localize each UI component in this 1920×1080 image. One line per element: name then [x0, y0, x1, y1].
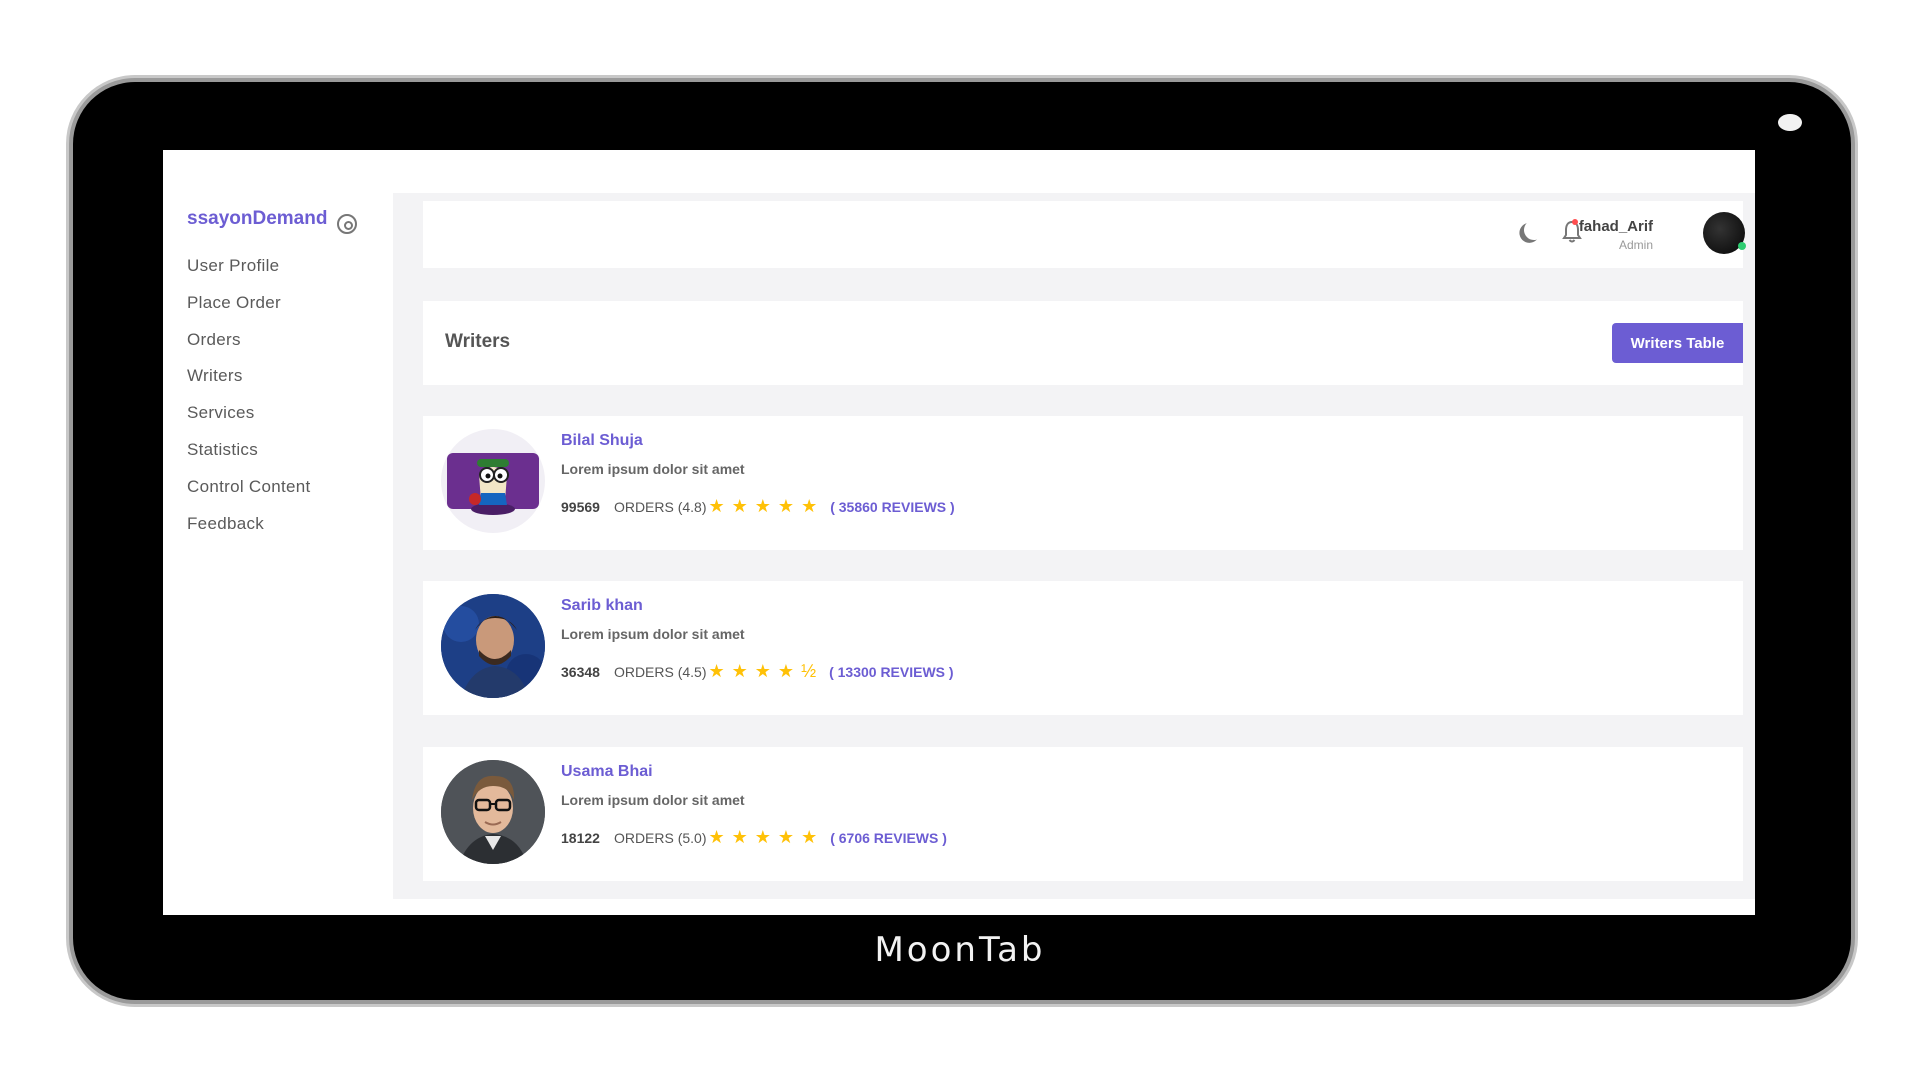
- main-content: fahad_Arif Admin Writers Writers Table B…: [393, 193, 1755, 899]
- page-title: Writers: [445, 331, 511, 352]
- writer-avatar[interactable]: [441, 429, 545, 533]
- star-rating-icon: ★★★★★: [708, 496, 825, 516]
- writers-header-card: Writers Writers Table: [423, 301, 1743, 385]
- camera-icon: [1778, 114, 1802, 131]
- writer-stats: 99569 ORDERS (4.8) ★★★★★ ( 35860 REVIEWS…: [561, 496, 955, 517]
- writer-description: Lorem ipsum dolor sit amet: [561, 792, 745, 808]
- writer-avatar[interactable]: [441, 760, 545, 864]
- notification-dot: [1572, 219, 1578, 225]
- orders-rating-label: ORDERS (4.5): [613, 663, 707, 680]
- sidebar-item-feedback[interactable]: Feedback: [187, 514, 264, 534]
- orders-rating-label: ORDERS (4.8): [613, 498, 707, 515]
- writer-avatar[interactable]: [441, 594, 545, 698]
- app-logo[interactable]: ssayonDemand: [187, 208, 327, 230]
- orders-count: 36348: [561, 663, 600, 680]
- reviews-link[interactable]: ( 13300 REVIEWS ): [829, 664, 954, 680]
- top-bar: fahad_Arif Admin: [423, 201, 1746, 268]
- sidebar-item-user-profile[interactable]: User Profile: [187, 256, 279, 276]
- sidebar-item-services[interactable]: Services: [187, 403, 255, 423]
- user-role: Admin: [1618, 238, 1653, 252]
- writer-name[interactable]: Bilal Shuja: [561, 432, 643, 450]
- star-rating-icon: ★★★★½: [708, 661, 824, 681]
- dark-mode-moon-icon[interactable]: [1522, 218, 1545, 241]
- writer-name[interactable]: Sarib khan: [561, 597, 643, 615]
- writer-stats: 18122 ORDERS (5.0) ★★★★★ ( 6706 REVIEWS …: [561, 827, 947, 848]
- sidebar-item-control-content[interactable]: Control Content: [187, 477, 311, 497]
- device-brand: MoonTab: [874, 930, 1046, 970]
- writer-card: Sarib khan Lorem ipsum dolor sit amet 36…: [423, 581, 1743, 715]
- writer-card: Bilal Shuja Lorem ipsum dolor sit amet 9…: [423, 416, 1743, 550]
- writer-stats: 36348 ORDERS (4.5) ★★★★½ ( 13300 REVIEWS…: [561, 661, 954, 682]
- app-screen: ssayonDemand User Profile Place Order Or…: [163, 150, 1755, 915]
- reviews-link[interactable]: ( 35860 REVIEWS ): [830, 499, 955, 515]
- writers-table-button[interactable]: Writers Table: [1612, 323, 1743, 363]
- user-name[interactable]: fahad_Arif: [1579, 218, 1653, 235]
- avatar[interactable]: [1703, 212, 1746, 254]
- writer-card: Usama Bhai Lorem ipsum dolor sit amet 18…: [423, 747, 1743, 881]
- writer-description: Lorem ipsum dolor sit amet: [561, 461, 745, 477]
- writer-name[interactable]: Usama Bhai: [561, 763, 653, 781]
- sidebar-item-statistics[interactable]: Statistics: [187, 440, 258, 460]
- orders-count: 18122: [561, 829, 600, 846]
- cartoon-avatar-image: [447, 453, 539, 515]
- photo-avatar-image: [441, 760, 545, 864]
- sidebar: ssayonDemand User Profile Place Order Or…: [163, 150, 393, 915]
- target-icon[interactable]: [337, 214, 357, 234]
- reviews-link[interactable]: ( 6706 REVIEWS ): [830, 830, 947, 846]
- orders-count: 99569: [561, 498, 600, 515]
- writer-description: Lorem ipsum dolor sit amet: [561, 626, 745, 642]
- orders-rating-label: ORDERS (5.0): [613, 829, 707, 846]
- star-rating-icon: ★★★★★: [708, 827, 825, 847]
- photo-avatar-image: [441, 594, 545, 698]
- sidebar-item-orders[interactable]: Orders: [187, 330, 241, 350]
- sidebar-item-place-order[interactable]: Place Order: [187, 293, 281, 313]
- sidebar-item-writers[interactable]: Writers: [187, 366, 243, 386]
